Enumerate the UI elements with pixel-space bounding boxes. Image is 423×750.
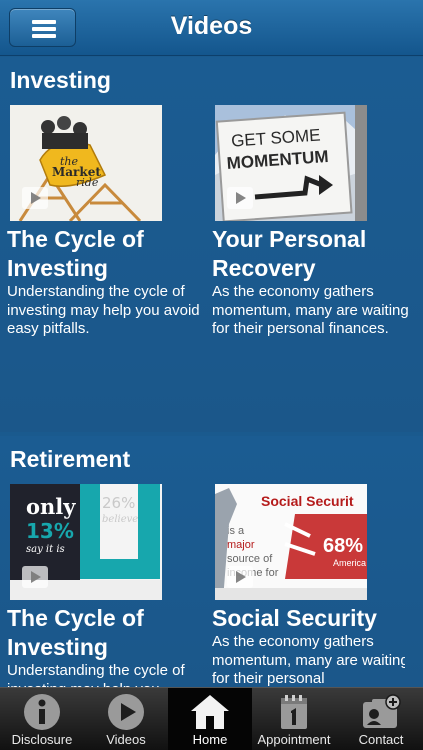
- tab-bar: Disclosure Videos Home Appointment Conta…: [0, 687, 423, 750]
- tab-appointment[interactable]: Appointment: [252, 688, 336, 750]
- thumb-text-source-of: source of: [227, 553, 273, 565]
- play-icon[interactable]: [227, 566, 253, 588]
- video-title[interactable]: The Cycle of Investing: [7, 225, 207, 283]
- thumb-text-america: America: [333, 558, 366, 568]
- video-card-personal-recovery[interactable]: GET SOME MOMENTUM Your Personal Recovery…: [205, 57, 409, 432]
- play-icon[interactable]: [22, 187, 48, 209]
- home-icon: [191, 695, 229, 729]
- thumb-text-is-a: is a: [227, 525, 245, 537]
- contact-card-icon: [363, 694, 401, 728]
- section-retirement: Retirement only 13% say it is 26% believ…: [0, 436, 423, 687]
- video-card-cycle-of-investing[interactable]: the Market ride The Cycle of Investing U…: [0, 57, 200, 432]
- play-icon: [108, 694, 144, 730]
- tab-home[interactable]: Home: [168, 688, 252, 750]
- tab-videos[interactable]: Videos: [84, 688, 168, 750]
- nav-header: Videos: [0, 0, 423, 56]
- video-title[interactable]: Social Security: [212, 604, 405, 633]
- video-description: As the economy gathers momentum, many ar…: [212, 283, 409, 337]
- video-thumbnail[interactable]: GET SOME MOMENTUM: [215, 105, 367, 221]
- thumb-text-only: only: [26, 494, 76, 519]
- thumb-text-26: 26%: [102, 494, 135, 512]
- thumb-text-68: 68%: [323, 535, 363, 557]
- tab-label: Contact: [358, 732, 404, 747]
- thumb-text-social-security: Social Securit: [261, 493, 354, 509]
- tab-disclosure[interactable]: Disclosure: [0, 688, 84, 750]
- video-title[interactable]: Your Personal Recovery: [212, 225, 412, 283]
- tab-label: Home: [192, 732, 228, 747]
- video-card-retirement-cycle[interactable]: only 13% say it is 26% believe The Cycle…: [0, 436, 200, 687]
- thumb-text-major: major: [227, 539, 255, 551]
- calendar-icon: [281, 695, 307, 729]
- video-description: Understanding the cycle of investing may…: [7, 662, 185, 687]
- thumb-text-13: 13%: [26, 519, 74, 543]
- video-card-social-security[interactable]: Social Securit is a major source of inco…: [205, 436, 405, 687]
- play-icon[interactable]: [227, 187, 253, 209]
- page-title: Videos: [170, 12, 253, 40]
- play-icon[interactable]: [22, 566, 48, 588]
- thumb-text-believe: believe: [102, 514, 138, 525]
- video-description: As the economy gathers momentum, many ar…: [212, 633, 405, 687]
- section-investing: Investing the Market ride The Cycle of I…: [0, 57, 423, 432]
- video-title[interactable]: The Cycle of Investing: [7, 604, 200, 662]
- video-thumbnail[interactable]: Social Securit is a major source of inco…: [215, 484, 367, 600]
- tab-label: Appointment: [257, 732, 331, 747]
- video-thumbnail[interactable]: the Market ride: [10, 105, 162, 221]
- video-thumbnail[interactable]: only 13% say it is 26% believe: [10, 484, 162, 600]
- thumb-text-say-it-is: say it is: [26, 544, 65, 555]
- tab-label: Videos: [106, 732, 146, 747]
- info-icon: [24, 694, 60, 730]
- video-description: Understanding the cycle of investing may…: [7, 283, 200, 337]
- tab-contact[interactable]: Contact: [339, 688, 423, 750]
- thumb-text-ride: ride: [76, 176, 99, 189]
- tab-label: Disclosure: [11, 732, 73, 747]
